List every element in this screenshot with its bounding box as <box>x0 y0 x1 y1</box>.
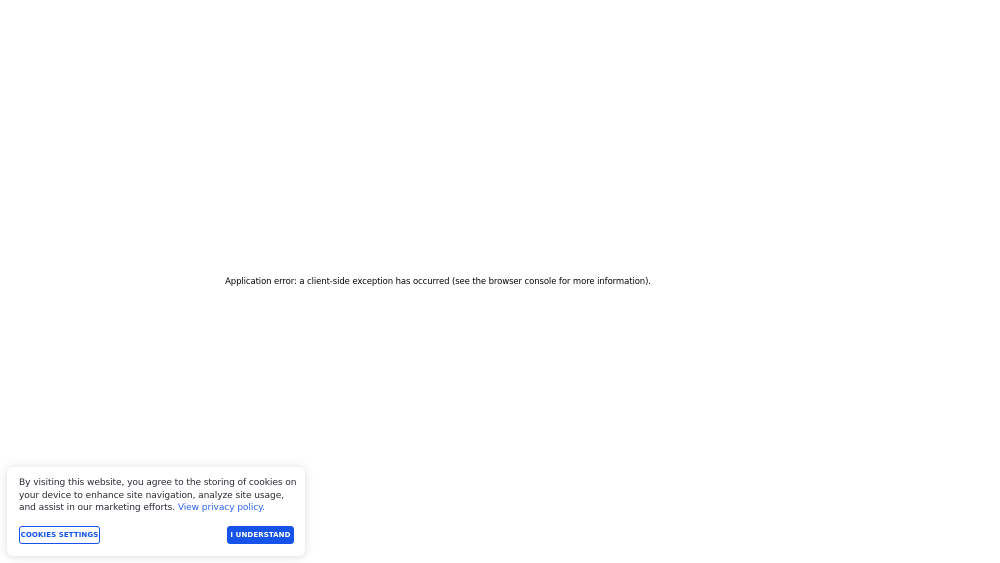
cookies-settings-button[interactable]: COOKIES SETTINGS <box>19 526 100 544</box>
error-message: Application error: a client-side excepti… <box>225 277 651 287</box>
cookie-notice-text: By visiting this website, you agree to t… <box>19 477 299 515</box>
privacy-policy-link[interactable]: View privacy policy. <box>178 503 265 513</box>
page: Application error: a client-side excepti… <box>0 0 1000 563</box>
cookie-banner: By visiting this website, you agree to t… <box>7 467 305 556</box>
i-understand-button[interactable]: I UNDERSTAND <box>227 526 294 544</box>
